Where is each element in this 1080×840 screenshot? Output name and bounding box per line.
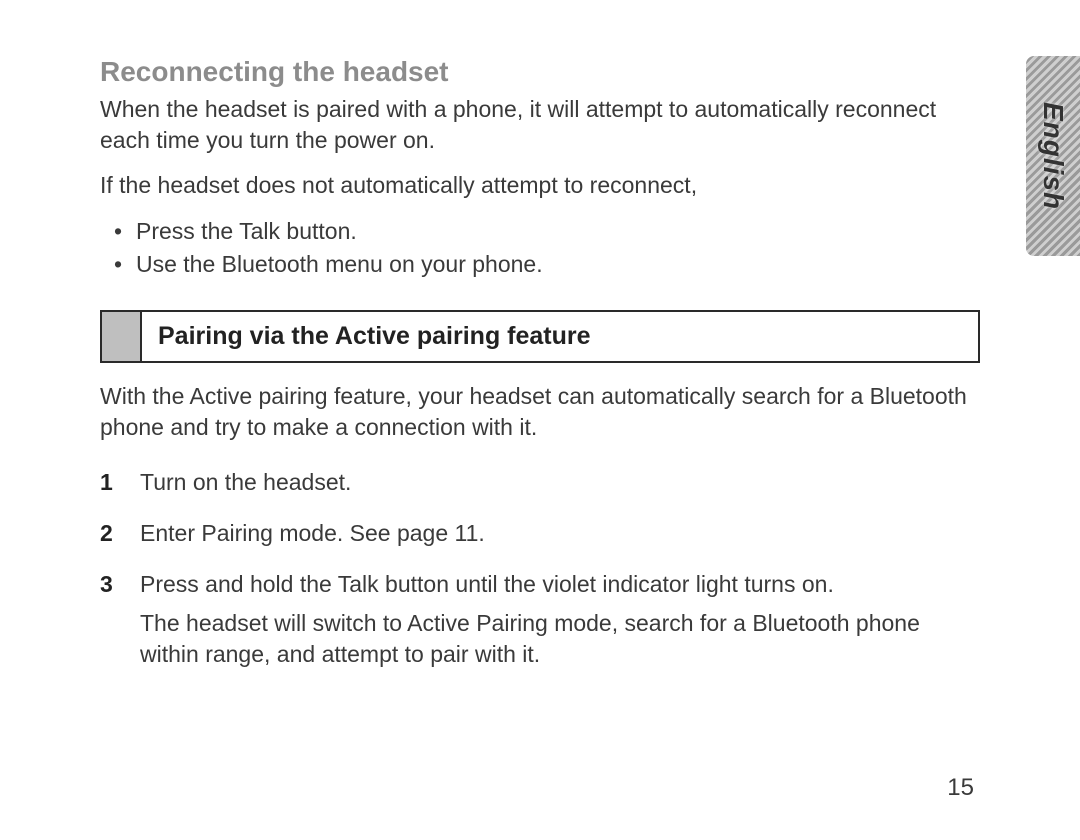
step-item: Turn on the headset.	[100, 457, 980, 508]
section-heading-tab	[102, 312, 142, 361]
heading-reconnecting: Reconnecting the headset	[100, 56, 980, 88]
paragraph: With the Active pairing feature, your he…	[100, 381, 980, 443]
step-text: Turn on the headset.	[140, 469, 351, 495]
language-tab: English	[1026, 56, 1080, 256]
page-content: Reconnecting the headset When the headse…	[100, 56, 980, 680]
step-text: Press and hold the Talk button until the…	[140, 571, 834, 597]
step-item: Press and hold the Talk button until the…	[100, 559, 980, 680]
heading-active-pairing: Pairing via the Active pairing feature	[142, 312, 607, 361]
paragraph: When the headset is paired with a phone,…	[100, 94, 980, 156]
numbered-steps: Turn on the headset. Enter Pairing mode.…	[100, 457, 980, 680]
language-tab-label: English	[1037, 102, 1069, 210]
list-item: Press the Talk button.	[136, 215, 980, 248]
section-heading-bar: Pairing via the Active pairing feature	[100, 310, 980, 363]
page-number: 15	[947, 774, 974, 802]
step-note: The headset will switch to Active Pairin…	[140, 608, 980, 670]
step-item: Enter Pairing mode. See page 11.	[100, 508, 980, 559]
step-text: Enter Pairing mode. See page 11.	[140, 520, 485, 546]
paragraph: If the headset does not automatically at…	[100, 170, 980, 201]
bullet-list: Press the Talk button. Use the Bluetooth…	[100, 215, 980, 282]
list-item: Use the Bluetooth menu on your phone.	[136, 248, 980, 281]
